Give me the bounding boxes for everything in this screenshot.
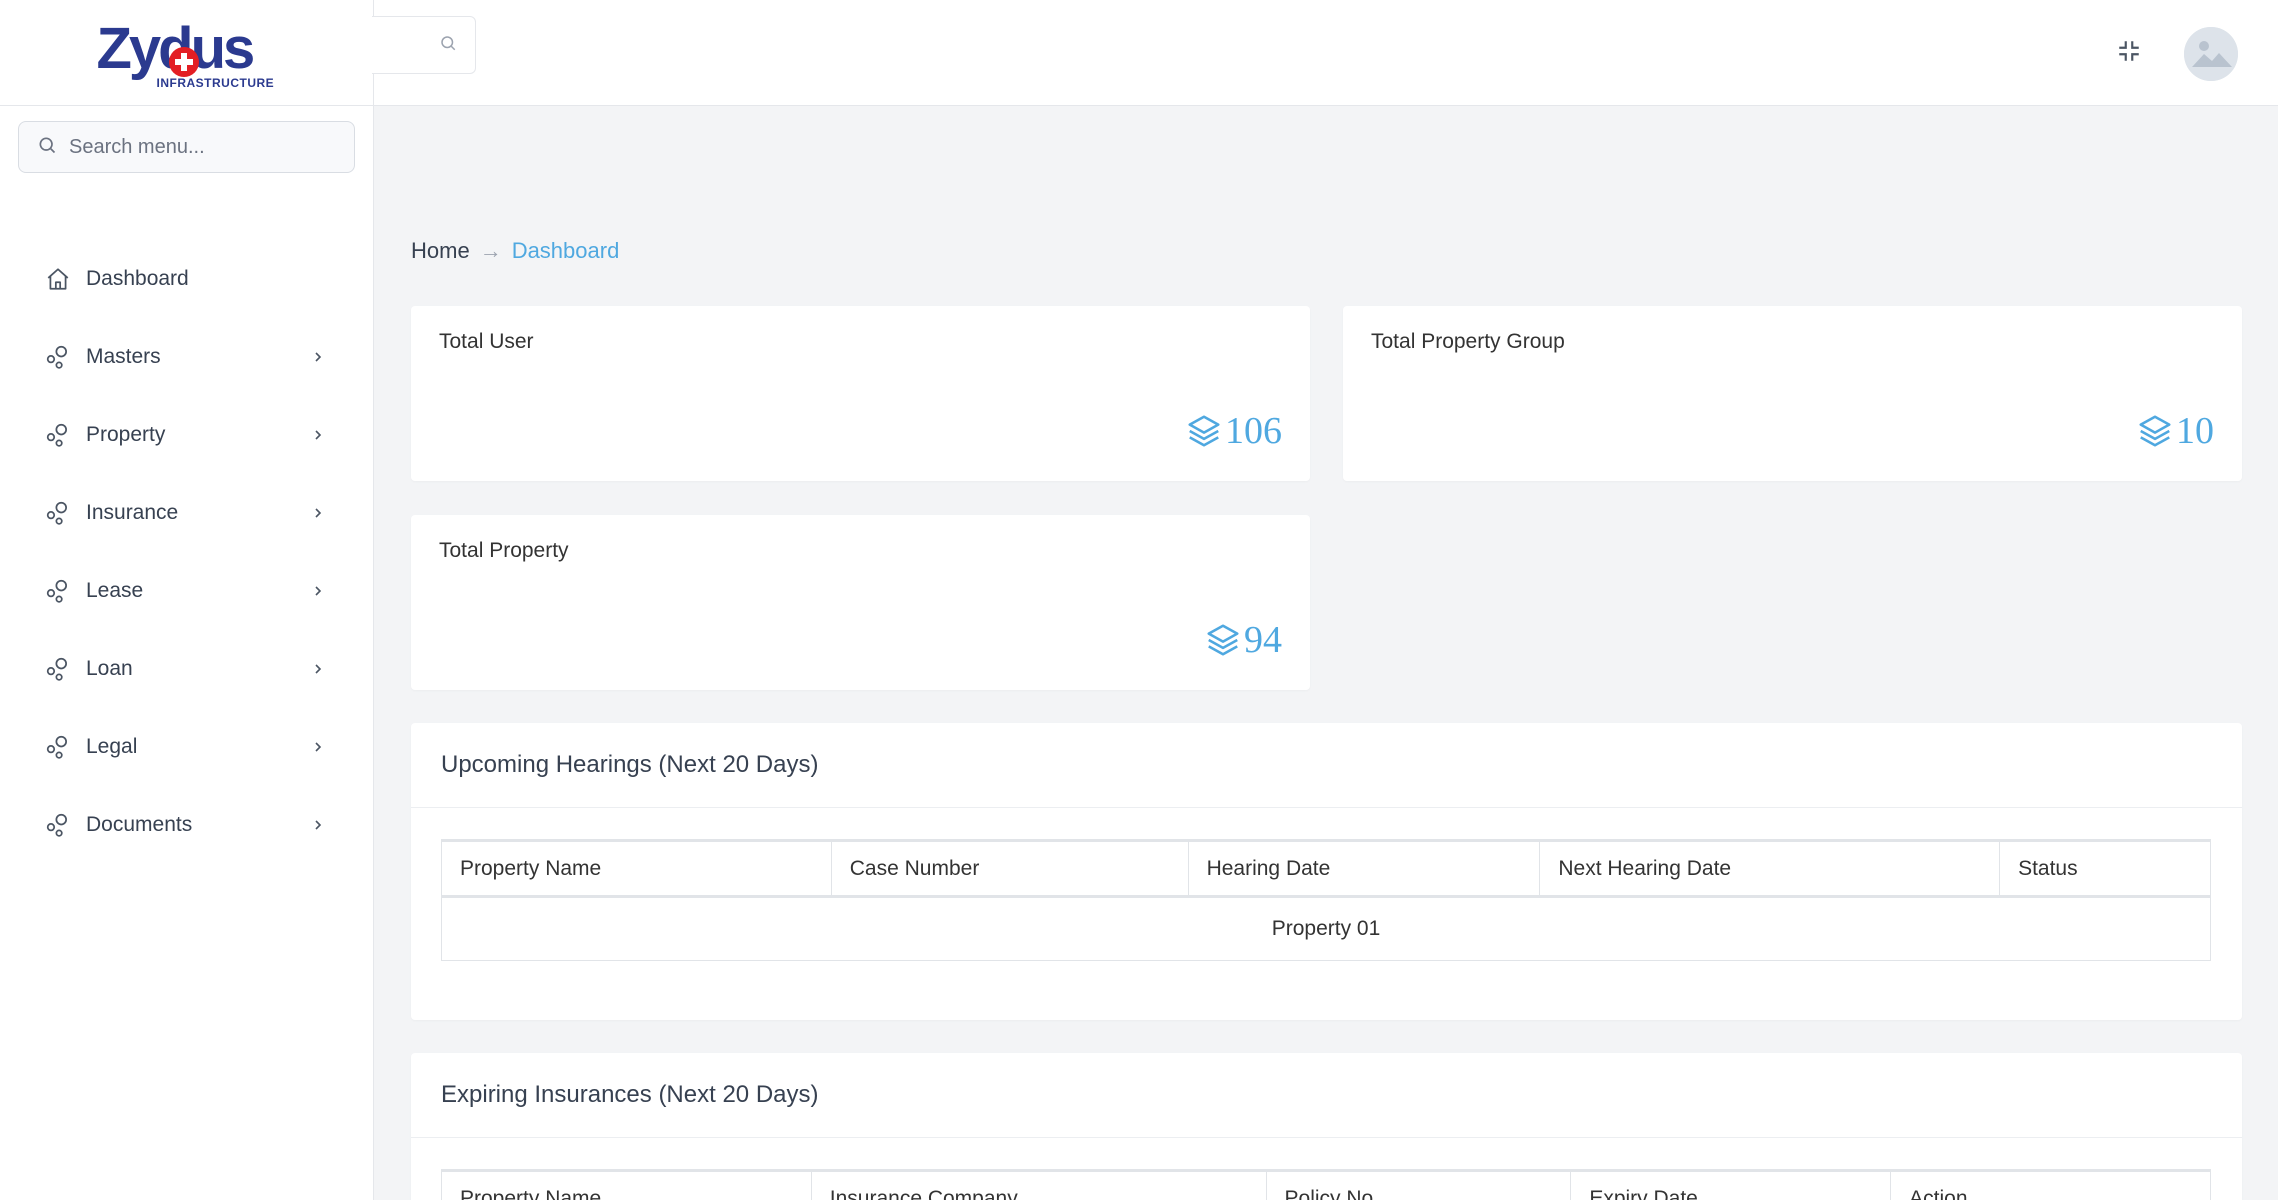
topbar: [372, 0, 2278, 106]
sidebar-item-label: Legal: [86, 735, 138, 758]
breadcrumb: Home → Dashboard: [411, 238, 619, 264]
sidebar-item-loan[interactable]: Loan: [0, 630, 374, 708]
column-header[interactable]: Hearing Date: [1187, 840, 1541, 898]
section-title: Upcoming Hearings (Next 20 Days): [441, 751, 819, 778]
brand-cross-icon: [168, 46, 199, 77]
table-header-row: Property Name Case Number Hearing Date N…: [441, 840, 2211, 898]
sidebar-item-property[interactable]: Property: [0, 396, 374, 474]
search-icon[interactable]: [439, 34, 457, 57]
column-header[interactable]: Expiry Date: [1570, 1170, 1892, 1200]
stat-card-total-user: Total User 106: [411, 306, 1310, 481]
layers-icon: [2139, 415, 2171, 447]
column-header[interactable]: Status: [1999, 840, 2211, 898]
insurances-table: Property Name Insurance Company Policy N…: [441, 1169, 2211, 1200]
sidebar-item-insurance[interactable]: Insurance: [0, 474, 374, 552]
column-header[interactable]: Insurance Company: [810, 1170, 1267, 1200]
chevron-right-icon: [310, 739, 326, 755]
sidebar-item-dashboard[interactable]: Dashboard: [0, 240, 374, 318]
layers-icon: [1207, 624, 1239, 656]
circles-icon: [44, 343, 72, 371]
column-header[interactable]: Action: [1890, 1170, 2211, 1200]
top-search-input[interactable]: [372, 17, 432, 73]
sidebar-item-legal[interactable]: Legal: [0, 708, 374, 786]
insurances-panel: Expiring Insurances (Next 20 Days) Prope…: [411, 1053, 2242, 1200]
circles-icon: [44, 499, 72, 527]
breadcrumb-separator: →: [479, 238, 502, 263]
sidebar-item-label: Insurance: [86, 501, 179, 524]
logo-area: Zydus INFRASTRUCTURE: [0, 0, 373, 106]
sidebar-item-label: Documents: [86, 813, 193, 836]
image-placeholder-icon: [2184, 27, 2238, 81]
chevron-right-icon: [310, 583, 326, 599]
menu-search-input[interactable]: [69, 135, 329, 159]
sidebar-item-masters[interactable]: Masters: [0, 318, 374, 396]
stat-card-total-property-group: Total Property Group 10: [1343, 306, 2242, 481]
chevron-right-icon: [310, 817, 326, 833]
top-search-box[interactable]: [372, 16, 476, 74]
stat-value: 94: [1204, 618, 1282, 662]
circles-icon: [44, 733, 72, 761]
menu-search: [18, 121, 355, 173]
hearings-panel: Upcoming Hearings (Next 20 Days) Propert…: [411, 723, 2242, 1020]
sidebar-item-label: Property: [86, 423, 166, 446]
section-title: Expiring Insurances (Next 20 Days): [441, 1081, 819, 1108]
circles-icon: [44, 811, 72, 839]
breadcrumb-home[interactable]: Home: [411, 238, 470, 264]
chevron-right-icon: [310, 505, 326, 521]
divider: [411, 1137, 2242, 1138]
sidebar-item-label: Dashboard: [86, 267, 189, 290]
stat-value: 106: [1185, 409, 1282, 453]
circles-icon: [44, 577, 72, 605]
stat-number: 94: [1244, 619, 1282, 661]
chevron-right-icon: [310, 427, 326, 443]
avatar[interactable]: [2184, 27, 2238, 81]
circles-icon: [44, 421, 72, 449]
stat-value: 10: [2136, 409, 2214, 453]
sidebar-item-label: Masters: [86, 345, 161, 368]
table-header-row: Property Name Insurance Company Policy N…: [441, 1170, 2211, 1200]
table-row: Property 01: [441, 896, 2211, 961]
chevron-right-icon: [310, 349, 326, 365]
column-header[interactable]: Property Name: [441, 1170, 812, 1200]
sidebar-nav: Dashboard Masters Property Insurance Lea…: [0, 240, 374, 864]
sidebar-item-label: Loan: [86, 657, 133, 680]
stat-title: Total User: [439, 330, 534, 353]
breadcrumb-current: Dashboard: [511, 238, 620, 263]
column-header[interactable]: Next Hearing Date: [1539, 840, 2001, 898]
column-header[interactable]: Case Number: [830, 840, 1189, 898]
sidebar: Zydus INFRASTRUCTURE Dashboard Masters: [0, 0, 374, 1200]
stat-card-total-property: Total Property 94: [411, 515, 1310, 690]
brand-subtitle: INFRASTRUCTURE: [156, 75, 275, 90]
stat-title: Total Property Group: [1371, 330, 1565, 353]
home-icon: [44, 265, 72, 293]
column-header[interactable]: Property Name: [441, 840, 832, 898]
divider: [411, 807, 2242, 808]
sidebar-item-lease[interactable]: Lease: [0, 552, 374, 630]
sidebar-item-documents[interactable]: Documents: [0, 786, 374, 864]
search-icon: [37, 135, 57, 160]
circles-icon: [44, 655, 72, 683]
brand-logo[interactable]: Zydus INFRASTRUCTURE: [97, 16, 274, 90]
table-cell: Property 01: [441, 896, 2211, 961]
sidebar-item-label: Lease: [86, 579, 144, 602]
layers-icon: [1188, 415, 1220, 447]
compress-icon[interactable]: [2114, 36, 2144, 66]
column-header[interactable]: Policy No: [1265, 1170, 1572, 1200]
stat-number: 106: [1225, 410, 1282, 452]
stat-number: 10: [2176, 410, 2214, 452]
hearings-table: Property Name Case Number Hearing Date N…: [441, 839, 2211, 961]
stat-title: Total Property: [439, 539, 569, 562]
chevron-right-icon: [310, 661, 326, 677]
